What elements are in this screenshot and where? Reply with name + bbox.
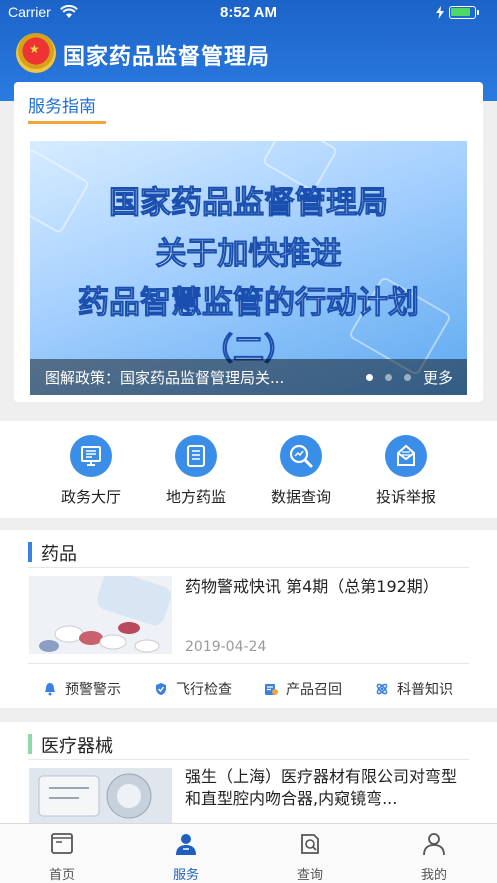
category-science-knowledge[interactable]: 科普知识 — [375, 679, 453, 699]
tab-label: 首页 — [48, 868, 75, 883]
banner-carousel[interactable]: 国家药品监督管理局 关于加快推进 药品智慧监管的行动计划 （二） 图解政策：国家… — [30, 141, 467, 395]
quick-action-complaint[interactable]: 投诉举报 — [356, 435, 456, 507]
category-label: 产品召回 — [286, 682, 342, 698]
emblem-star-icon: ★ — [29, 42, 40, 56]
quick-action-label: 投诉举报 — [375, 488, 436, 506]
section-divider — [28, 663, 469, 664]
carousel-dot[interactable] — [404, 374, 411, 381]
section-divider — [28, 567, 469, 568]
service-person-icon — [176, 834, 196, 855]
battery-icon — [449, 6, 476, 19]
quick-action-label: 政务大厅 — [60, 488, 121, 506]
charging-icon — [436, 6, 444, 19]
category-label: 预警警示 — [65, 682, 121, 698]
tab-service-guide[interactable]: 服务指南 — [28, 92, 96, 117]
section-title-drugs[interactable]: 药品 — [41, 540, 77, 566]
category-label: 科普知识 — [397, 682, 453, 698]
section-accent-bar — [28, 734, 32, 754]
home-book-icon — [51, 833, 73, 854]
carousel-dot[interactable] — [366, 374, 373, 381]
shield-check-icon — [156, 683, 166, 695]
banner-caption-text[interactable]: 图解政策：国家药品监督管理局关... — [45, 367, 284, 388]
status-bar: Carrier 8:52 AM — [0, 0, 497, 26]
atom-knowledge-icon — [376, 683, 388, 695]
battery-cap — [477, 10, 479, 15]
quick-actions-panel: 政务大厅 地方药监 数据查询 投诉举报 — [0, 421, 497, 518]
banner-more-link[interactable]: 更多 — [423, 367, 453, 388]
government-hall-icon — [70, 435, 112, 477]
quick-action-data-search[interactable]: 数据查询 — [251, 435, 351, 507]
tab-profile[interactable]: 我的 — [394, 832, 474, 883]
category-early-warning[interactable]: 预警警示 — [43, 679, 121, 699]
battery-level-fill — [451, 8, 470, 16]
article-thumbnail-device[interactable] — [29, 768, 172, 823]
category-product-recall[interactable]: 产品召回 — [264, 679, 342, 699]
banner-headline-line: 关于加快推进 — [155, 236, 342, 273]
carousel-dot[interactable] — [385, 374, 392, 381]
tab-home[interactable]: 首页 — [22, 832, 102, 883]
section-title-medical-devices[interactable]: 医疗器械 — [41, 732, 113, 758]
tab-service[interactable]: 服务 — [146, 832, 226, 883]
section-divider — [28, 759, 469, 760]
quick-action-government-hall[interactable]: 政务大厅 — [41, 435, 141, 507]
quick-action-label: 数据查询 — [270, 488, 331, 506]
banner-headline-line: 国家药品监督管理局 — [109, 185, 389, 222]
article-title[interactable]: 药物警戒快讯 第4期（总第192期） — [185, 576, 470, 598]
quick-action-local-regulator[interactable]: 地方药监 — [146, 435, 246, 507]
category-label: 飞行检查 — [176, 682, 232, 698]
banner-caption-bar: 图解政策：国家药品监督管理局关... 更多 — [30, 359, 467, 395]
tab-active-indicator — [28, 121, 106, 124]
bottom-tab-bar: 首页 服务 查询 我的 — [0, 823, 497, 883]
quick-action-label: 地方药监 — [165, 488, 226, 506]
tab-label: 查询 — [296, 868, 323, 883]
tab-label: 我的 — [420, 868, 447, 883]
article-title[interactable]: 强生（上海）医疗器材有限公司对弯型和直型腔内吻合器,内窥镜弯... — [185, 766, 470, 810]
article-thumbnail-pills[interactable] — [29, 576, 172, 654]
clock-time: 8:52 AM — [220, 4, 277, 21]
banner-headline-line: 药品智慧监管的行动计划 — [78, 285, 420, 322]
tab-query[interactable]: 查询 — [270, 832, 350, 883]
article-date: 2019-04-24 — [185, 639, 267, 655]
tab-label: 服务 — [172, 868, 199, 883]
alarm-bell-icon — [45, 683, 55, 696]
data-search-icon — [280, 435, 322, 477]
national-emblem-logo: ★ — [16, 33, 56, 73]
complaint-mail-icon — [385, 435, 427, 477]
profile-icon — [423, 833, 445, 856]
local-regulator-icon — [175, 435, 217, 477]
recall-document-icon — [265, 684, 278, 695]
category-flight-inspection[interactable]: 飞行检查 — [154, 679, 232, 699]
app-title: 国家药品监督管理局 — [63, 45, 271, 70]
section-accent-bar — [28, 542, 32, 562]
query-search-icon — [301, 834, 319, 854]
